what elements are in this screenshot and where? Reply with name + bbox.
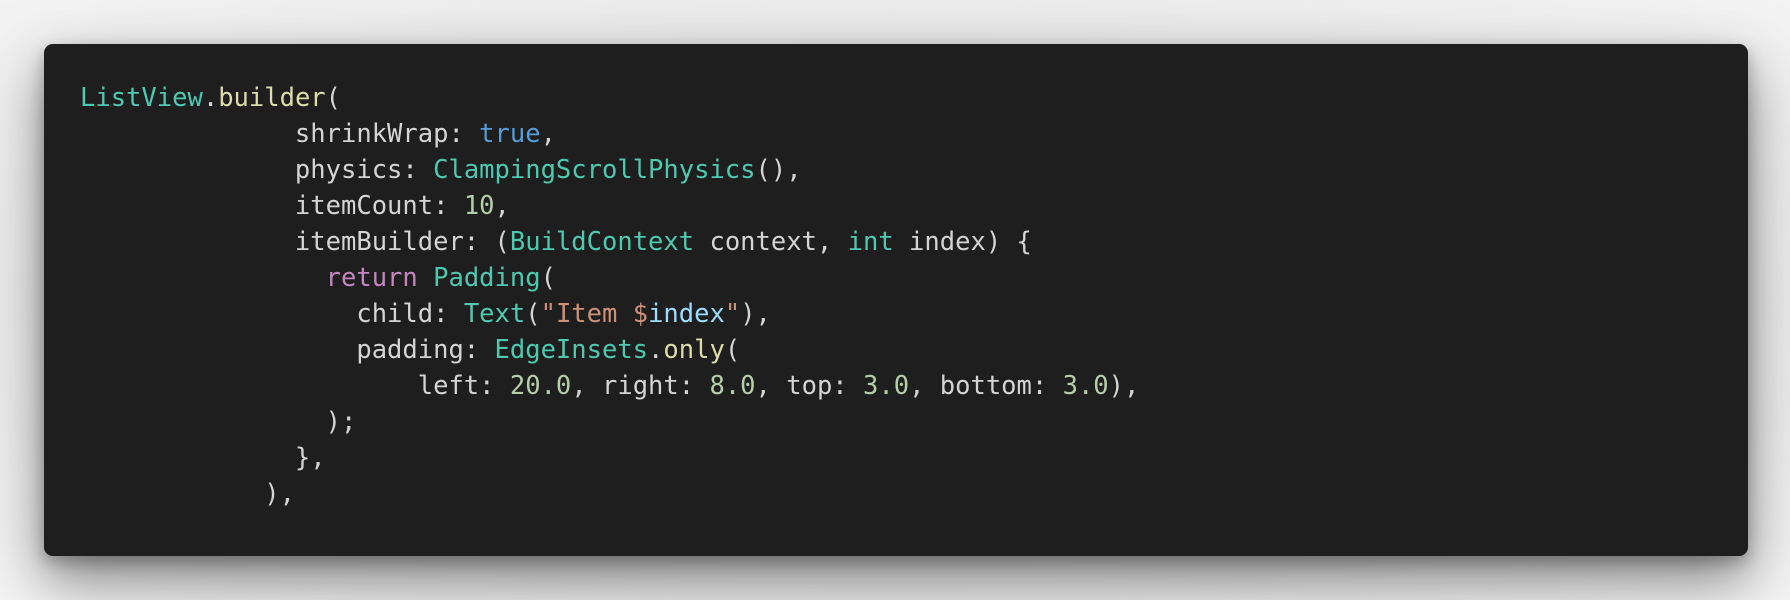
code-token-function: only	[663, 335, 725, 365]
code-token-default: ),	[740, 299, 771, 329]
code-token-default: index) {	[893, 227, 1032, 257]
code-token-default: (),	[755, 155, 802, 185]
code-token-default: padding:	[80, 335, 495, 365]
code-line: );	[80, 404, 1748, 440]
code-token-default: physics:	[80, 155, 434, 185]
code-content: ListView.builder( shrinkWrap: true, phys…	[80, 80, 1748, 512]
code-token-number: 3.0	[863, 371, 910, 401]
code-token-default: child:	[80, 299, 464, 329]
code-token-number: 8.0	[709, 371, 756, 401]
code-line: itemCount: 10,	[80, 188, 1748, 224]
code-token-default: context,	[694, 227, 848, 257]
code-line: left: 20.0, right: 8.0, top: 3.0, bottom…	[80, 368, 1748, 404]
code-token-default	[418, 263, 433, 293]
code-token-type: ClampingScrollPhysics	[433, 155, 756, 185]
code-token-default: (	[540, 263, 556, 293]
code-token-default: shrinkWrap:	[80, 119, 480, 149]
code-token-default: .	[648, 335, 664, 365]
code-token-default: ,	[540, 119, 556, 149]
code-token-variable: index	[648, 299, 725, 329]
code-token-default: , right:	[571, 371, 710, 401]
code-token-type: EdgeInsets	[494, 335, 649, 365]
code-line: child: Text("Item $index"),	[80, 296, 1748, 332]
code-token-default	[80, 263, 326, 293]
code-line: ListView.builder(	[80, 80, 1748, 116]
code-line: physics: ClampingScrollPhysics(),	[80, 152, 1748, 188]
code-token-string: "	[724, 299, 741, 329]
code-token-number: 20.0	[509, 371, 572, 401]
code-token-type: Text	[463, 299, 526, 329]
code-token-default: (	[724, 335, 741, 365]
code-line: padding: EdgeInsets.only(	[80, 332, 1748, 368]
code-token-control-keyword: return	[325, 263, 418, 293]
code-token-default: itemCount:	[80, 191, 464, 221]
code-token-default: .	[202, 83, 219, 113]
code-token-default: );	[80, 407, 357, 437]
code-token-default: (	[525, 299, 541, 329]
code-line: itemBuilder: (BuildContext context, int …	[80, 224, 1748, 260]
code-token-default: ),	[1108, 371, 1140, 401]
code-token-number: 3.0	[1062, 371, 1109, 401]
code-token-type: ListView	[80, 83, 203, 113]
code-block: ListView.builder( shrinkWrap: true, phys…	[44, 44, 1748, 556]
code-token-default: , top:	[755, 371, 863, 401]
code-token-function: builder	[218, 83, 326, 113]
code-token-keyword-literal: true	[479, 119, 541, 149]
code-line: return Padding(	[80, 260, 1748, 296]
code-token-default: ),	[80, 479, 295, 509]
code-token-type: Padding	[433, 263, 541, 293]
code-token-default: left:	[80, 371, 510, 401]
code-line: shrinkWrap: true,	[80, 116, 1748, 152]
code-token-type: int	[847, 227, 894, 257]
code-line: },	[80, 440, 1748, 476]
code-line: ),	[80, 476, 1748, 512]
code-token-default: },	[80, 443, 326, 473]
code-token-number: 10	[463, 191, 495, 221]
code-token-default: ,	[494, 191, 510, 221]
code-token-default: itemBuilder: (	[80, 227, 510, 257]
code-token-default: (	[325, 83, 342, 113]
code-token-type: BuildContext	[509, 227, 695, 257]
code-token-string: "Item $	[540, 299, 649, 329]
code-token-default: , bottom:	[909, 371, 1063, 401]
